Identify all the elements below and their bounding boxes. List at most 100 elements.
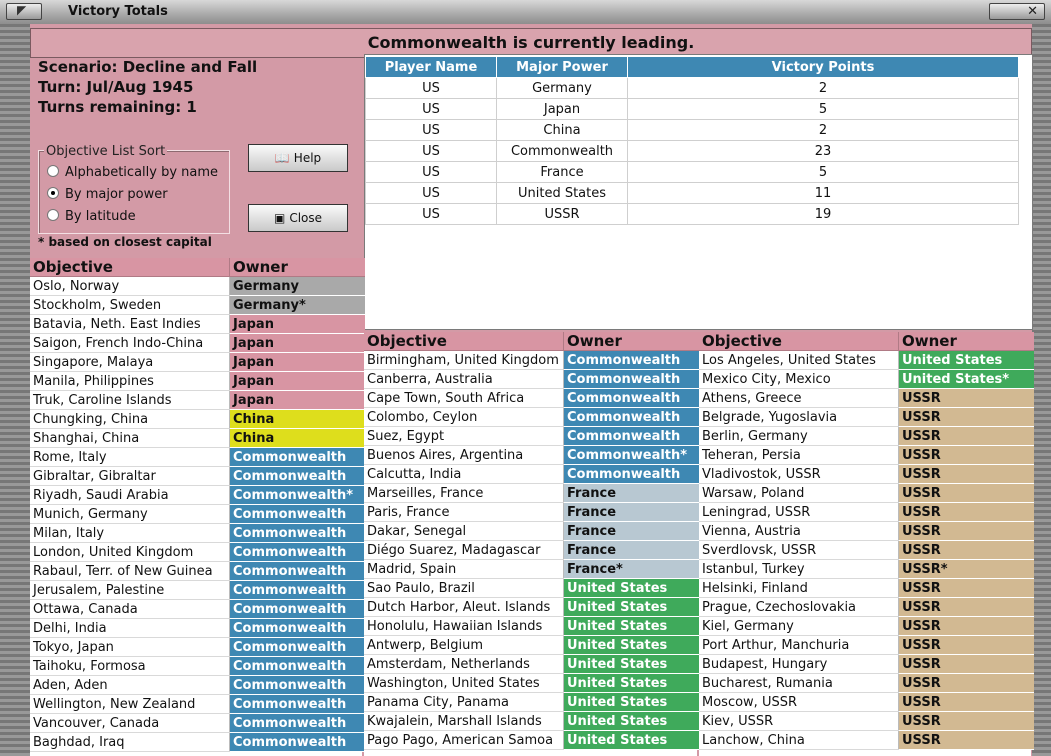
col-owner[interactable]: Owner bbox=[898, 332, 1034, 351]
vp-row[interactable]: US Japan 5 bbox=[365, 98, 1019, 120]
objective-row[interactable]: Warsaw, Poland USSR bbox=[699, 483, 1034, 503]
objective-row[interactable]: Rome, Italy Commonwealth bbox=[30, 447, 365, 467]
objective-row[interactable]: Pago Pago, American Samoa United States bbox=[364, 730, 699, 750]
window-menu-button[interactable]: ◤ bbox=[6, 3, 42, 20]
objective-row[interactable]: Ottawa, Canada Commonwealth bbox=[30, 599, 365, 619]
vp-row[interactable]: US USSR 19 bbox=[365, 203, 1019, 225]
objective-row[interactable]: Kiel, Germany USSR bbox=[699, 616, 1034, 636]
objective-name: Berlin, Germany bbox=[699, 426, 899, 446]
objective-row[interactable]: Birmingham, United Kingdom Commonwealth bbox=[364, 350, 699, 370]
objective-row[interactable]: Cape Town, South Africa Commonwealth bbox=[364, 388, 699, 408]
objective-row[interactable]: London, United Kingdom Commonwealth bbox=[30, 542, 365, 562]
objective-row[interactable]: Milan, Italy Commonwealth bbox=[30, 523, 365, 543]
sort-option-latitude[interactable]: By latitude bbox=[47, 209, 136, 229]
objective-row[interactable]: Moscow, USSR USSR bbox=[699, 692, 1034, 712]
objective-row[interactable]: Manila, Philippines Japan bbox=[30, 371, 365, 391]
objective-row[interactable]: Batavia, Neth. East Indies Japan bbox=[30, 314, 365, 334]
objective-owner: Commonwealth bbox=[229, 637, 365, 657]
objective-row[interactable]: Los Angeles, United States United States bbox=[699, 350, 1034, 370]
objective-owner: United States bbox=[563, 673, 699, 693]
objective-row[interactable]: Antwerp, Belgium United States bbox=[364, 635, 699, 655]
objective-row[interactable]: Munich, Germany Commonwealth bbox=[30, 504, 365, 524]
objective-row[interactable]: Marseilles, France France bbox=[364, 483, 699, 503]
objective-row[interactable]: Kiev, USSR USSR bbox=[699, 711, 1034, 731]
objective-row[interactable]: Vienna, Austria USSR bbox=[699, 521, 1034, 541]
close-button[interactable]: ▣ Close bbox=[248, 204, 348, 232]
objective-row[interactable]: Delhi, India Commonwealth bbox=[30, 618, 365, 638]
col-objective[interactable]: Objective bbox=[30, 258, 230, 277]
objective-row[interactable]: Bucharest, Rumania USSR bbox=[699, 673, 1034, 693]
objective-row[interactable]: Sverdlovsk, USSR USSR bbox=[699, 540, 1034, 560]
objective-row[interactable]: Panama City, Panama United States bbox=[364, 692, 699, 712]
objective-row[interactable]: Oslo, Norway Germany bbox=[30, 276, 365, 296]
objective-name: Birmingham, United Kingdom bbox=[364, 350, 564, 370]
vp-row[interactable]: US France 5 bbox=[365, 161, 1019, 183]
objective-row[interactable]: Rabaul, Terr. of New Guinea Commonwealth bbox=[30, 561, 365, 581]
objective-row[interactable]: Calcutta, India Commonwealth bbox=[364, 464, 699, 484]
objective-row[interactable]: Helsinki, Finland USSR bbox=[699, 578, 1034, 598]
objective-row[interactable]: Athens, Greece USSR bbox=[699, 388, 1034, 408]
objective-row[interactable]: Saigon, French Indo-China Japan bbox=[30, 333, 365, 353]
objective-row[interactable]: Singapore, Malaya Japan bbox=[30, 352, 365, 372]
objective-row[interactable]: Wellington, New Zealand Commonwealth bbox=[30, 694, 365, 714]
objective-row[interactable]: Aden, Aden Commonwealth bbox=[30, 675, 365, 695]
objective-row[interactable]: Chungking, China China bbox=[30, 409, 365, 429]
objective-row[interactable]: Teheran, Persia USSR bbox=[699, 445, 1034, 465]
objective-row[interactable]: Paris, France France bbox=[364, 502, 699, 522]
objective-row[interactable]: Belgrade, Yugoslavia USSR bbox=[699, 407, 1034, 427]
sort-option-alphabetical[interactable]: Alphabetically by name bbox=[47, 165, 218, 185]
objective-row[interactable]: Truk, Caroline Islands Japan bbox=[30, 390, 365, 410]
col-player-name[interactable]: Player Name bbox=[365, 56, 497, 78]
objective-row[interactable]: Jerusalem, Palestine Commonwealth bbox=[30, 580, 365, 600]
window-close-button[interactable]: ✕ bbox=[989, 3, 1045, 20]
objective-name: Los Angeles, United States bbox=[699, 350, 899, 370]
help-button[interactable]: 📖 Help bbox=[248, 144, 348, 172]
objective-row[interactable]: Stockholm, Sweden Germany* bbox=[30, 295, 365, 315]
objective-row[interactable]: Amsterdam, Netherlands United States bbox=[364, 654, 699, 674]
sort-option-major-power[interactable]: By major power bbox=[47, 187, 168, 207]
objective-row[interactable]: Port Arthur, Manchuria USSR bbox=[699, 635, 1034, 655]
objective-row[interactable]: Tokyo, Japan Commonwealth bbox=[30, 637, 365, 657]
objective-row[interactable]: Canberra, Australia Commonwealth bbox=[364, 369, 699, 389]
objective-row[interactable]: Colombo, Ceylon Commonwealth bbox=[364, 407, 699, 427]
objective-row[interactable]: Honolulu, Hawaiian Islands United States bbox=[364, 616, 699, 636]
objective-row[interactable]: Kwajalein, Marshall Islands United States bbox=[364, 711, 699, 731]
objective-row[interactable]: Berlin, Germany USSR bbox=[699, 426, 1034, 446]
objective-row[interactable]: Mexico City, Mexico United States* bbox=[699, 369, 1034, 389]
objective-row[interactable]: Vladivostok, USSR USSR bbox=[699, 464, 1034, 484]
col-objective[interactable]: Objective bbox=[699, 332, 899, 351]
objective-row[interactable]: Baghdad, Iraq Commonwealth bbox=[30, 732, 365, 752]
objective-row[interactable]: Prague, Czechoslovakia USSR bbox=[699, 597, 1034, 617]
objective-name: Athens, Greece bbox=[699, 388, 899, 408]
vp-row[interactable]: US China 2 bbox=[365, 119, 1019, 141]
col-owner[interactable]: Owner bbox=[563, 332, 699, 351]
objective-row[interactable]: Madrid, Spain France* bbox=[364, 559, 699, 579]
objective-row[interactable]: Taihoku, Formosa Commonwealth bbox=[30, 656, 365, 676]
objective-row[interactable]: Shanghai, China China bbox=[30, 428, 365, 448]
objective-row[interactable]: Dutch Harbor, Aleut. Islands United State… bbox=[364, 597, 699, 617]
objective-name: Munich, Germany bbox=[30, 504, 230, 524]
vp-row[interactable]: US Commonwealth 23 bbox=[365, 140, 1019, 162]
objective-row[interactable]: Sao Paulo, Brazil United States bbox=[364, 578, 699, 598]
col-victory-points[interactable]: Victory Points bbox=[627, 56, 1019, 78]
objective-row[interactable]: Lanchow, China USSR bbox=[699, 730, 1034, 750]
objective-row[interactable]: Leningrad, USSR USSR bbox=[699, 502, 1034, 522]
col-objective[interactable]: Objective bbox=[364, 332, 564, 351]
objective-name: Vladivostok, USSR bbox=[699, 464, 899, 484]
vp-row[interactable]: US Germany 2 bbox=[365, 77, 1019, 99]
objective-row[interactable]: Gibraltar, Gibraltar Commonwealth bbox=[30, 466, 365, 486]
col-owner[interactable]: Owner bbox=[229, 258, 365, 277]
objective-row[interactable]: Washington, United States United States bbox=[364, 673, 699, 693]
objective-row[interactable]: Diégo Suarez, Madagascar France bbox=[364, 540, 699, 560]
major-power-cell: China bbox=[496, 119, 628, 141]
objective-row[interactable]: Istanbul, Turkey USSR* bbox=[699, 559, 1034, 579]
objective-owner: United States bbox=[563, 654, 699, 674]
objective-row[interactable]: Suez, Egypt Commonwealth bbox=[364, 426, 699, 446]
vp-row[interactable]: US United States 11 bbox=[365, 182, 1019, 204]
objective-row[interactable]: Vancouver, Canada Commonwealth bbox=[30, 713, 365, 733]
col-major-power[interactable]: Major Power bbox=[496, 56, 628, 78]
objective-row[interactable]: Dakar, Senegal France bbox=[364, 521, 699, 541]
objective-row[interactable]: Budapest, Hungary USSR bbox=[699, 654, 1034, 674]
objective-row[interactable]: Buenos Aires, Argentina Commonwealth* bbox=[364, 445, 699, 465]
objective-row[interactable]: Riyadh, Saudi Arabia Commonwealth* bbox=[30, 485, 365, 505]
